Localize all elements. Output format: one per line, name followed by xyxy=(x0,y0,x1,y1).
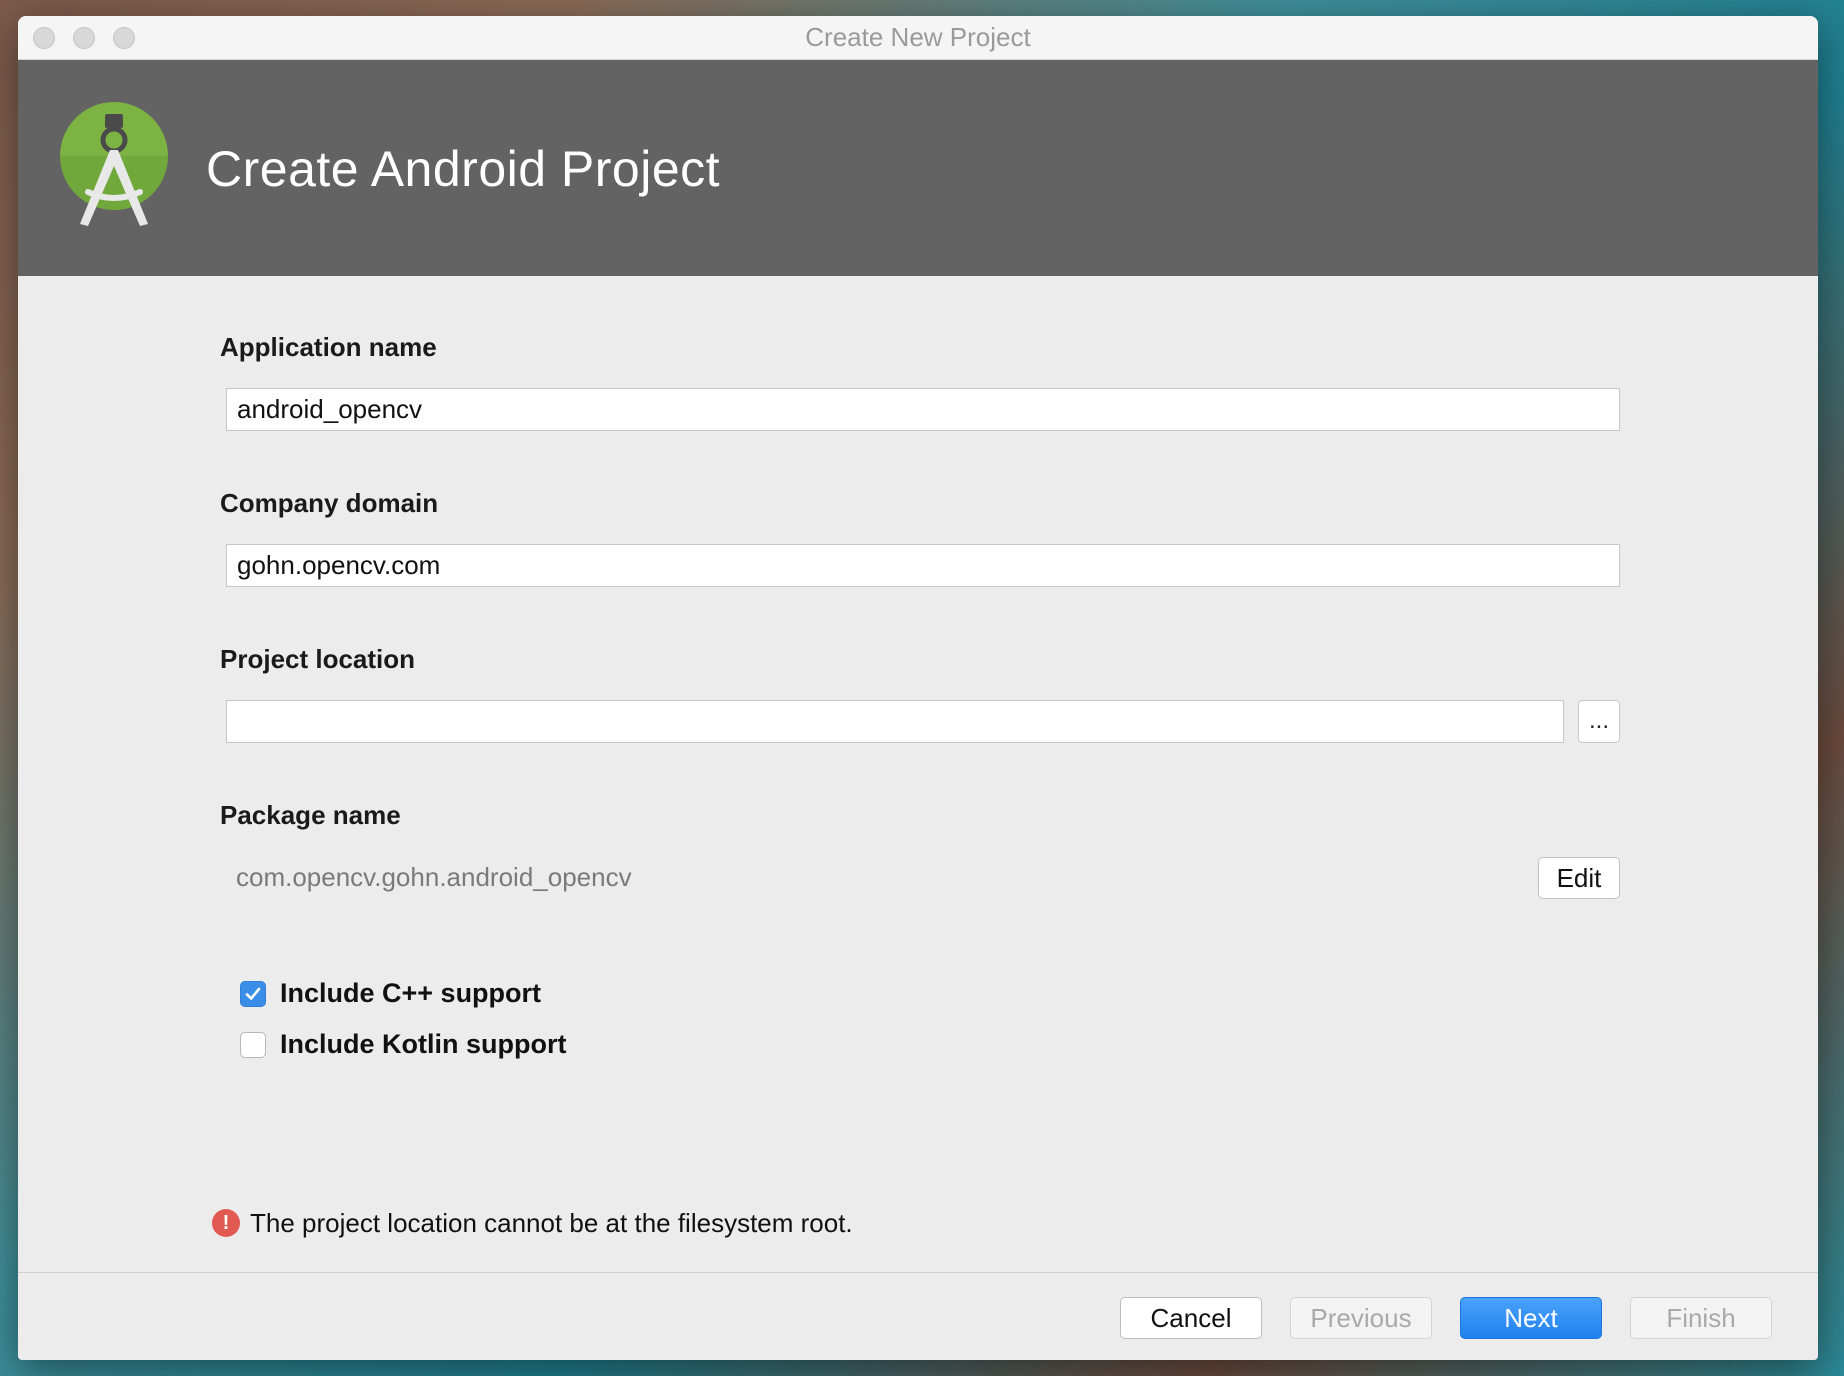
create-project-window: Create New Project Create Android Projec… xyxy=(18,16,1818,1360)
previous-button[interactable]: Previous xyxy=(1290,1297,1432,1339)
kotlin-support-label[interactable]: Include Kotlin support xyxy=(280,1029,566,1060)
window-title: Create New Project xyxy=(805,22,1031,52)
project-location-input[interactable] xyxy=(226,700,1564,743)
android-studio-logo-icon xyxy=(60,102,168,226)
package-name-value: com.opencv.gohn.android_opencv xyxy=(236,862,632,892)
package-name-label: Package name xyxy=(220,800,401,830)
browse-location-button[interactable]: ... xyxy=(1578,700,1620,743)
cpp-support-checkbox[interactable] xyxy=(240,981,266,1007)
edit-package-button[interactable]: Edit xyxy=(1538,857,1620,899)
next-button[interactable]: Next xyxy=(1460,1297,1602,1339)
project-location-label: Project location xyxy=(220,644,416,674)
cpp-support-label[interactable]: Include C++ support xyxy=(280,978,541,1009)
company-domain-input[interactable]: gohn.opencv.com xyxy=(226,544,1620,587)
header-banner: Create Android Project xyxy=(18,60,1818,276)
kotlin-support-checkbox[interactable] xyxy=(240,1032,266,1058)
error-icon: ! xyxy=(212,1209,240,1237)
title-bar[interactable]: Create New Project xyxy=(18,16,1818,60)
footer-divider xyxy=(18,1272,1818,1273)
app-name-input[interactable]: android_opencv xyxy=(226,388,1620,431)
finish-button[interactable]: Finish xyxy=(1630,1297,1772,1339)
page-title: Create Android Project xyxy=(206,141,721,197)
app-name-label: Application name xyxy=(220,332,437,362)
company-domain-label: Company domain xyxy=(220,488,439,518)
checkmark-icon xyxy=(245,987,261,1000)
error-message: The project location cannot be at the fi… xyxy=(250,1208,853,1238)
cancel-button[interactable]: Cancel xyxy=(1120,1297,1262,1339)
